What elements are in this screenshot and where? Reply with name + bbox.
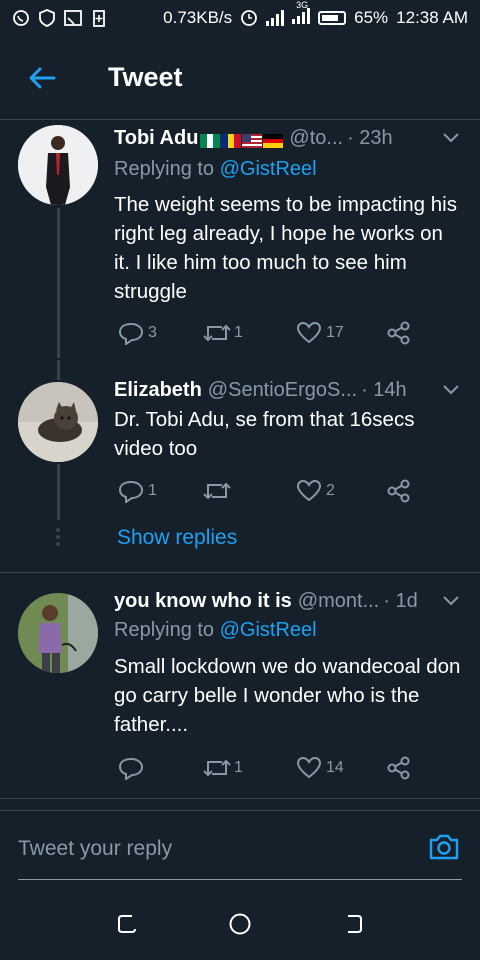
share-button[interactable] bbox=[386, 321, 412, 345]
status-bar: 0.73KB/s 3G 65% 12:38 AM bbox=[0, 0, 480, 36]
like-count: 17 bbox=[326, 324, 344, 341]
retweet-icon bbox=[202, 480, 232, 502]
battery-saver-icon bbox=[90, 9, 108, 27]
divider bbox=[0, 798, 480, 799]
retweet-icon bbox=[202, 757, 232, 779]
tweet-actions: 1 14 bbox=[114, 753, 424, 783]
heart-icon bbox=[296, 756, 322, 780]
reply-icon bbox=[118, 756, 144, 780]
like-button[interactable]: 17 bbox=[296, 321, 344, 345]
thread-line bbox=[57, 208, 60, 358]
retweet-icon bbox=[202, 322, 232, 344]
author-handle[interactable]: @to... bbox=[289, 127, 343, 150]
replying-to: Replying to @GistReel bbox=[114, 158, 317, 181]
network-speed: 0.73KB/s bbox=[163, 8, 233, 27]
reply-button[interactable] bbox=[118, 756, 148, 780]
chevron-down-icon[interactable] bbox=[440, 379, 462, 401]
flag-emojis bbox=[200, 131, 284, 148]
author-name[interactable]: Elizabeth bbox=[114, 379, 202, 402]
tweet-text: The weight seems to be impacting his rig… bbox=[114, 193, 457, 303]
retweet-button[interactable] bbox=[202, 480, 234, 502]
reply-input-underline bbox=[18, 879, 462, 880]
share-icon bbox=[386, 756, 412, 780]
avatar[interactable] bbox=[18, 382, 98, 462]
page-title: Tweet bbox=[108, 62, 183, 92]
retweet-button[interactable]: 1 bbox=[202, 757, 243, 779]
like-count: 14 bbox=[326, 759, 344, 776]
system-navbar bbox=[0, 888, 480, 960]
retweet-button[interactable]: 1 bbox=[202, 322, 243, 344]
signal-icon bbox=[266, 10, 285, 26]
tweet-text: Dr. Tobi Adu, se from that 16secs video … bbox=[114, 408, 415, 460]
show-replies-link[interactable]: Show replies bbox=[117, 526, 237, 550]
share-icon bbox=[386, 479, 412, 503]
reply-count: 1 bbox=[148, 482, 157, 499]
tweet-time: · 14h bbox=[361, 378, 407, 401]
reply-count: 3 bbox=[148, 324, 157, 341]
replying-to-handle[interactable]: @GistReel bbox=[220, 619, 317, 641]
thread-line bbox=[57, 360, 60, 380]
nigeria-flag-icon bbox=[200, 131, 221, 148]
back-nav-icon[interactable] bbox=[333, 904, 373, 944]
battery-icon bbox=[318, 11, 347, 25]
signal-3g-icon: 3G bbox=[292, 0, 311, 29]
reply-bar: Tweet your reply bbox=[0, 810, 480, 888]
tweet-time: · 23h bbox=[347, 126, 393, 149]
tweet-item[interactable]: Elizabeth @SentioErgoS... · 14h Dr. Tobi… bbox=[0, 360, 480, 570]
tweet-actions: 3 1 17 bbox=[114, 318, 424, 348]
clock: 12:38 AM bbox=[396, 8, 468, 27]
battery-level: 65% bbox=[354, 8, 389, 27]
reply-input[interactable]: Tweet your reply bbox=[18, 837, 172, 861]
romania-flag-icon bbox=[221, 131, 242, 148]
share-icon bbox=[386, 321, 412, 345]
tweet-item[interactable]: you know who it is @mont... · 1d Replyin… bbox=[0, 573, 480, 798]
whatsapp-icon bbox=[12, 9, 30, 27]
author-name[interactable]: Tobi Adu bbox=[114, 127, 198, 150]
chevron-down-icon[interactable] bbox=[440, 127, 462, 149]
usa-flag-icon bbox=[242, 131, 263, 148]
retweet-count: 1 bbox=[234, 759, 243, 776]
recent-apps-icon[interactable] bbox=[107, 904, 147, 944]
reply-icon bbox=[118, 321, 144, 345]
tweet-actions: 1 2 bbox=[114, 476, 424, 506]
tweet-item[interactable]: Tobi Adu @to... · 23h Replying to @GistR… bbox=[0, 120, 480, 360]
retweet-count: 1 bbox=[234, 324, 243, 341]
reply-icon bbox=[118, 479, 144, 503]
app-header: Tweet bbox=[0, 36, 480, 120]
replying-prefix: Replying to bbox=[114, 158, 215, 180]
home-icon[interactable] bbox=[220, 904, 260, 944]
tweet-text: Small lockdown we do wandecoal don go ca… bbox=[114, 655, 461, 736]
reply-button[interactable]: 3 bbox=[118, 321, 157, 345]
avatar[interactable] bbox=[18, 125, 98, 205]
author-handle[interactable]: @SentioErgoS... bbox=[208, 379, 357, 402]
author-name[interactable]: you know who it is bbox=[114, 590, 292, 613]
share-button[interactable] bbox=[386, 756, 412, 780]
author-handle[interactable]: @mont... bbox=[298, 590, 379, 613]
chevron-down-icon[interactable] bbox=[440, 590, 462, 612]
camera-icon[interactable] bbox=[428, 833, 460, 866]
like-count: 2 bbox=[326, 482, 335, 499]
replying-to: Replying to @GistReel bbox=[114, 619, 317, 642]
avatar[interactable] bbox=[18, 593, 98, 673]
back-arrow-icon[interactable] bbox=[0, 36, 84, 120]
network-type-label: 3G bbox=[296, 0, 309, 10]
replying-to-handle[interactable]: @GistReel bbox=[220, 158, 317, 180]
shield-icon bbox=[38, 9, 56, 27]
heart-icon bbox=[296, 321, 322, 345]
data-saver-icon bbox=[240, 9, 258, 27]
like-button[interactable]: 14 bbox=[296, 756, 344, 780]
like-button[interactable]: 2 bbox=[296, 479, 335, 503]
replying-prefix: Replying to bbox=[114, 619, 215, 641]
heart-icon bbox=[296, 479, 322, 503]
thread-line bbox=[57, 464, 60, 520]
germany-flag-icon bbox=[263, 131, 284, 148]
share-button[interactable] bbox=[386, 479, 412, 503]
more-dots-icon bbox=[56, 528, 60, 546]
reply-button[interactable]: 1 bbox=[118, 479, 157, 503]
cast-icon bbox=[64, 9, 82, 27]
tweet-time: · 1d bbox=[383, 589, 418, 612]
